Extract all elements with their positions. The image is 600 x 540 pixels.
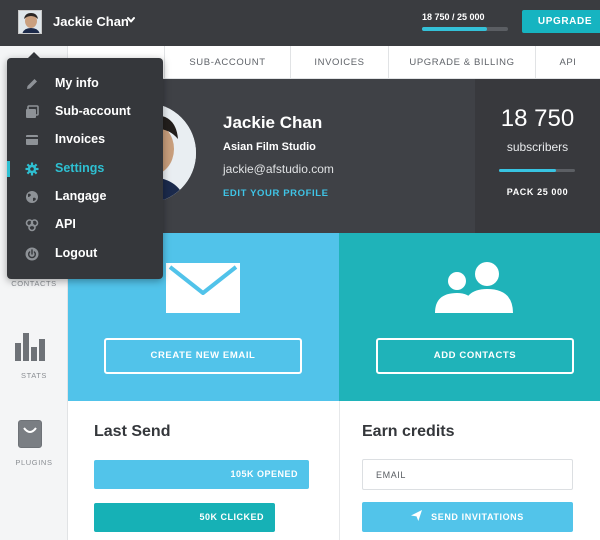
quota-progress-fill	[422, 27, 487, 31]
clicked-bar: 50K CLICKED	[94, 503, 275, 532]
chevron-down-icon[interactable]	[126, 15, 136, 25]
add-contacts-button[interactable]: ADD CONTACTS	[376, 338, 574, 374]
plugins-icon[interactable]	[18, 420, 42, 448]
active-indicator	[7, 161, 10, 177]
opened-bar: 105K OPENED	[94, 460, 309, 489]
menu-item-api[interactable]: API	[7, 211, 163, 239]
avatar-photo-icon	[19, 11, 41, 33]
subscribers-panel	[475, 79, 600, 233]
contacts-icon	[435, 262, 513, 313]
create-new-email-button[interactable]: CREATE NEW EMAIL	[104, 338, 302, 374]
power-icon	[25, 247, 39, 261]
menu-item-label: Invoices	[55, 132, 106, 146]
tab-sub-account[interactable]: SUB-ACCOUNT	[164, 46, 290, 79]
menu-item-label: Langage	[55, 189, 107, 203]
menu-item-label: Logout	[55, 246, 98, 260]
menu-item-label: My info	[55, 76, 99, 90]
stats-icon[interactable]	[15, 333, 46, 361]
paper-plane-icon	[411, 510, 423, 521]
menu-item-label: API	[55, 217, 76, 231]
menu-item-my-info[interactable]: My info	[7, 70, 163, 98]
subscribers-label: subscribers	[506, 140, 569, 154]
add-contacts-tile	[339, 233, 600, 401]
menu-item-sub-account[interactable]: Sub-account	[7, 98, 163, 126]
globe-icon	[26, 191, 38, 203]
menu-item-logout[interactable]: Logout	[7, 240, 163, 268]
sub-account-icon	[26, 105, 39, 118]
menu-item-langage[interactable]: Langage	[7, 183, 163, 211]
pencil-icon	[27, 79, 37, 89]
envelope-icon	[166, 263, 240, 313]
sidebar-item-stats[interactable]: STATS	[0, 371, 68, 380]
menu-item-invoices[interactable]: Invoices	[7, 126, 163, 154]
earn-credits-title: Earn credits	[362, 423, 455, 440]
last-send-title: Last Send	[94, 423, 171, 440]
subscribers-count: 18 750	[500, 105, 575, 132]
edit-profile-link[interactable]: EDIT YOUR PROFILE	[223, 188, 329, 199]
subscribers-progress-bar	[499, 169, 575, 172]
subscribers-progress-fill	[499, 169, 556, 172]
email-field[interactable]	[362, 459, 573, 490]
gear-icon	[25, 162, 39, 176]
sidebar-item-plugins[interactable]: PLUGINS	[0, 458, 68, 467]
invoices-icon	[26, 135, 38, 145]
pack-label: PACK 25 000	[506, 187, 569, 197]
profile-email: jackie@afstudio.com	[223, 162, 334, 176]
user-name[interactable]: Jackie Chan	[53, 14, 129, 29]
quota-progress-bar	[422, 27, 508, 31]
upgrade-button[interactable]: UPGRADE	[522, 10, 600, 33]
avatar[interactable]	[18, 10, 42, 34]
sidebar-item-contacts[interactable]: CONTACTS	[0, 279, 68, 288]
tab-invoices[interactable]: INVOICES	[290, 46, 388, 79]
quota-text: 18 750 / 25 000	[422, 12, 485, 22]
menu-item-label: Settings	[55, 161, 105, 175]
menu-item-label: Sub-account	[55, 104, 131, 118]
profile-company: Asian Film Studio	[223, 141, 316, 153]
tab-api[interactable]: API	[535, 46, 600, 79]
send-invitations-label: SEND INVITATIONS	[431, 512, 524, 522]
profile-name: Jackie Chan	[223, 113, 323, 132]
send-invitations-button[interactable]: SEND INVITATIONS	[362, 502, 573, 532]
menu-item-settings[interactable]: Settings	[7, 155, 163, 183]
tab-upgrade-billing[interactable]: UPGRADE & BILLING	[388, 46, 535, 79]
api-icon	[25, 219, 39, 232]
